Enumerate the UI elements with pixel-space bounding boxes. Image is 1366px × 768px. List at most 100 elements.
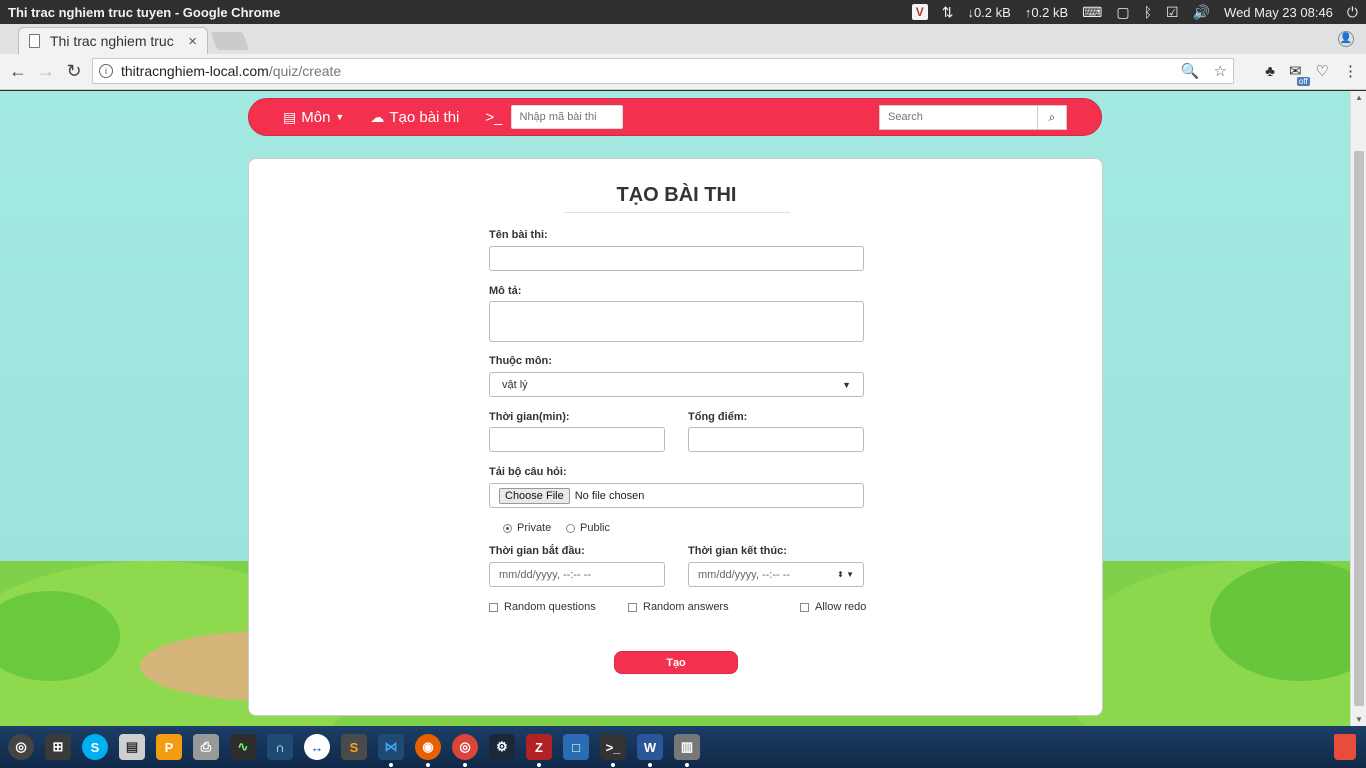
end-time-label: Thời gian kết thúc: <box>688 545 787 557</box>
scroll-down-icon[interactable]: ▼ <box>1355 715 1363 724</box>
chrome-icon[interactable]: ◎ <box>452 734 478 767</box>
clock[interactable]: Wed May 23 08:46 <box>1224 5 1333 20</box>
new-tab-button[interactable] <box>210 32 250 50</box>
start-time-input[interactable]: mm/dd/yyyy, --:-- -- <box>489 562 665 587</box>
public-radio[interactable] <box>566 523 575 533</box>
vpn-icon[interactable]: V <box>911 4 928 20</box>
volume-icon[interactable]: 🔊 <box>1193 4 1210 21</box>
profile-icon[interactable]: 👤 <box>1338 31 1354 47</box>
net-up-speed: ↑0.2 kB <box>1024 4 1069 20</box>
tab-title: Thi trac nghiem truc <box>50 33 174 49</box>
mail-extension-icon[interactable]: ✉ off <box>1289 62 1310 86</box>
start-time-label: Thời gian bắt đầu: <box>489 545 585 557</box>
filezilla-icon[interactable]: Z <box>526 734 552 767</box>
vscode-icon[interactable]: ⋈ <box>378 734 404 767</box>
caret-down-icon: ▼ <box>335 112 345 122</box>
teamviewer-icon[interactable]: ↔ <box>304 734 330 760</box>
scroll-thumb[interactable] <box>1354 151 1364 706</box>
pocket-icon[interactable]: ♡ <box>1316 62 1329 80</box>
omnibox-actions: 🔍 ☆ <box>1181 62 1227 80</box>
address-bar[interactable]: i thitracnghiem-local.com /quiz/create 🔍… <box>92 58 1234 84</box>
quiz-code-input[interactable] <box>510 105 623 129</box>
description-textarea[interactable] <box>489 301 864 342</box>
pdf-editor-icon[interactable]: P <box>156 734 182 760</box>
clipboard-check-icon[interactable]: ☑ <box>1166 4 1179 21</box>
archive-icon[interactable]: ▥ <box>674 734 700 767</box>
allow-redo-option[interactable]: Allow redo <box>800 601 866 613</box>
visibility-private-option[interactable]: Private <box>503 522 551 534</box>
system-monitor-icon[interactable]: ∿ <box>230 734 256 760</box>
subjects-menu[interactable]: ▤ Môn ▼ <box>283 109 344 126</box>
window-icon[interactable]: ▢ <box>1116 4 1129 21</box>
random-answers-option[interactable]: Random answers <box>628 601 729 613</box>
terminal-app-icon[interactable]: >_ <box>600 734 626 767</box>
subjects-label: Môn <box>301 108 331 126</box>
upload-label: Tải bộ câu hỏi: <box>489 466 567 478</box>
url-path: /quiz/create <box>268 63 342 79</box>
duration-input[interactable] <box>489 427 665 452</box>
ubuntu-dash-icon[interactable]: ◎ <box>8 734 34 760</box>
scanner-icon[interactable]: ⎙ <box>193 734 219 760</box>
workspaces-icon[interactable]: ⊞ <box>45 734 71 760</box>
create-quiz-card: TẠO BÀI THI Tên bài thi: Mô tả: Thuộc mô… <box>248 158 1103 716</box>
gnome-extension-icon[interactable]: ♣ <box>1265 63 1275 80</box>
trash-icon[interactable] <box>1334 734 1356 760</box>
random-answers-checkbox[interactable] <box>628 602 637 612</box>
duration-label: Thời gian(min): <box>489 411 570 423</box>
power-icon[interactable]: ⏻ <box>1347 4 1358 21</box>
site-info-icon[interactable]: i <box>99 64 113 78</box>
page-scrollbar[interactable]: ▲ ▼ <box>1350 91 1366 726</box>
bluetooth-icon[interactable]: ᛒ <box>1144 4 1152 20</box>
create-quiz-link[interactable]: ☁ Tạo bài thi <box>370 109 459 126</box>
allow-redo-checkbox[interactable] <box>800 602 809 612</box>
os-taskbar: ◎ ⊞ S ▤ P ⎙ ∿ ∩ ↔ S ⋈ ◉ ◎ ⚙ Z □ >_ W ▥ <box>0 726 1366 768</box>
chrome-menu-icon[interactable]: ⋮ <box>1343 62 1358 80</box>
datetime-spinner-icon[interactable]: ⬍ ▼ <box>837 570 854 579</box>
search-button[interactable]: ⌕ <box>1037 104 1067 130</box>
virtualbox-icon[interactable]: □ <box>563 734 589 760</box>
quiz-name-input[interactable] <box>489 246 864 271</box>
system-tray: V ⇅ ↓0.2 kB ↑0.2 kB ⌨ ▢ ᛒ ☑ 🔊 Wed May 23… <box>911 4 1358 21</box>
os-top-panel: Thi trac nghiem truc tuyen - Google Chro… <box>0 0 1366 24</box>
private-radio[interactable] <box>503 523 512 533</box>
private-label: Private <box>517 522 552 534</box>
skype-icon[interactable]: S <box>82 734 108 760</box>
random-questions-option[interactable]: Random questions <box>489 601 596 613</box>
forward-icon[interactable]: → <box>32 61 60 82</box>
subject-select[interactable]: vật lý ▼ <box>489 372 864 397</box>
browser-tab[interactable]: Thi trac nghiem truc × <box>18 27 208 54</box>
public-label: Public <box>580 522 610 534</box>
question-file-input[interactable]: Choose File No file chosen <box>489 483 864 508</box>
choose-file-button[interactable]: Choose File <box>499 487 570 504</box>
zoom-icon[interactable]: 🔍 <box>1181 62 1200 80</box>
allow-redo-label: Allow redo <box>815 601 867 613</box>
create-quiz-label: Tạo bài thi <box>389 108 460 126</box>
book-icon: ▤ <box>283 108 297 125</box>
keyboard-icon[interactable]: ⌨ <box>1082 4 1102 21</box>
steam-icon[interactable]: ⚙ <box>489 734 515 760</box>
random-questions-checkbox[interactable] <box>489 602 498 612</box>
end-time-placeholder: mm/dd/yyyy, --:-- -- <box>698 568 791 581</box>
back-icon[interactable]: ← <box>4 61 32 82</box>
network-arrows-icon[interactable]: ⇅ <box>942 4 954 21</box>
word-icon[interactable]: W <box>637 734 663 767</box>
dropdown-arrow-icon: ▼ <box>842 379 851 390</box>
subject-selected-value: vật lý <box>502 378 528 391</box>
total-score-input[interactable] <box>688 427 864 452</box>
terminal-icon: >_ <box>485 108 503 126</box>
description-label: Mô tả: <box>489 285 522 297</box>
files-icon[interactable]: ▤ <box>119 734 145 760</box>
reload-icon[interactable]: ↻ <box>60 61 88 82</box>
close-tab-icon[interactable]: × <box>188 33 197 50</box>
firefox-icon[interactable]: ◉ <box>415 734 441 767</box>
bookmark-star-icon[interactable]: ☆ <box>1214 62 1227 80</box>
visibility-public-option[interactable]: Public <box>566 522 610 534</box>
sublime-text-icon[interactable]: S <box>341 734 367 760</box>
search-input[interactable] <box>879 104 1037 130</box>
scroll-up-icon[interactable]: ▲ <box>1355 93 1363 102</box>
oscilloscope-icon[interactable]: ∩ <box>267 734 293 760</box>
page-viewport: ▤ Môn ▼ ☁ Tạo bài thi >_ ⌕ TẠO BÀI THI T… <box>0 91 1350 726</box>
net-down-speed: ↓0.2 kB <box>967 4 1011 20</box>
end-time-input[interactable]: mm/dd/yyyy, --:-- -- ⬍ ▼ <box>688 562 864 587</box>
create-quiz-button[interactable]: Tạo <box>614 651 738 674</box>
